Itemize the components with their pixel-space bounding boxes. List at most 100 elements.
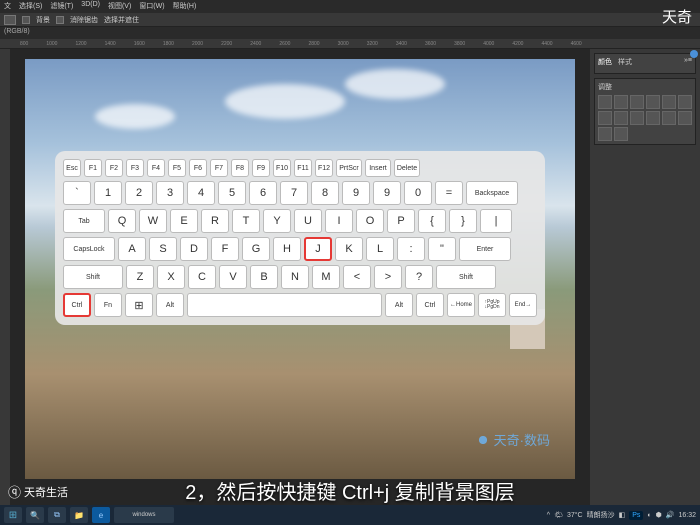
menu-item[interactable]: 选择(S) (19, 1, 42, 12)
adj-icon[interactable] (662, 111, 676, 125)
task-view-icon[interactable]: ⧉ (48, 507, 66, 523)
key-f3[interactable]: F3 (126, 159, 144, 177)
key-c[interactable]: C (188, 265, 216, 289)
key-ctrl-r[interactable]: Ctrl (416, 293, 444, 317)
key-z[interactable]: Z (126, 265, 154, 289)
key-lt[interactable]: < (343, 265, 371, 289)
key-8[interactable]: 8 (311, 181, 339, 205)
key-tilde[interactable]: ` (63, 181, 91, 205)
key-f6[interactable]: F6 (189, 159, 207, 177)
key-f12[interactable]: F12 (315, 159, 333, 177)
app-icon[interactable]: windows (114, 507, 174, 523)
adjustments-panel[interactable]: 调整 (594, 78, 696, 145)
menu-item[interactable]: 滤镜(T) (50, 1, 73, 12)
key-alt-r[interactable]: Alt (385, 293, 413, 317)
adj-icon[interactable] (614, 127, 628, 141)
key-delete[interactable]: Delete (394, 159, 420, 177)
adj-icon[interactable] (614, 111, 628, 125)
key-m[interactable]: M (312, 265, 340, 289)
color-panel[interactable]: 颜色样式»≡ (594, 53, 696, 74)
menu-item[interactable]: 3D(D) (81, 1, 100, 12)
key-f11[interactable]: F11 (294, 159, 312, 177)
adj-icon[interactable] (678, 95, 692, 109)
key-h[interactable]: H (273, 237, 301, 261)
key-capslock[interactable]: CapsLock (63, 237, 115, 261)
key-g[interactable]: G (242, 237, 270, 261)
adj-icon[interactable] (598, 111, 612, 125)
key-0[interactable]: 0 (404, 181, 432, 205)
key-shift-l[interactable]: Shift (63, 265, 123, 289)
key-f5[interactable]: F5 (168, 159, 186, 177)
key-home[interactable]: ←Home (447, 293, 475, 317)
key-f10[interactable]: F10 (273, 159, 291, 177)
key-e[interactable]: E (170, 209, 198, 233)
key-s[interactable]: S (149, 237, 177, 261)
menu-item[interactable]: 视图(V) (108, 1, 131, 12)
adj-icon[interactable] (646, 111, 660, 125)
key-x[interactable]: X (157, 265, 185, 289)
key-t[interactable]: T (232, 209, 260, 233)
ps-icon[interactable]: Ps (629, 511, 643, 520)
key-o[interactable]: O (356, 209, 384, 233)
key-backspace[interactable]: Backspace (466, 181, 518, 205)
key-a[interactable]: A (118, 237, 146, 261)
key-9[interactable]: 9 (342, 181, 370, 205)
adj-icon[interactable] (614, 95, 628, 109)
key-f9[interactable]: F9 (252, 159, 270, 177)
taskbar[interactable]: ⊞ 🔍 ⧉ 📁 e windows ^ 🌤 37°C 晴朗扬沙 ◧ Ps ◐ ⬢… (0, 505, 700, 525)
key-alt-l[interactable]: Alt (156, 293, 184, 317)
adj-icon[interactable] (662, 95, 676, 109)
checkbox[interactable] (22, 16, 30, 24)
key-slash[interactable]: ? (405, 265, 433, 289)
key-v[interactable]: V (219, 265, 247, 289)
search-icon[interactable]: 🔍 (26, 507, 44, 523)
tools-panel[interactable] (0, 49, 10, 515)
key-r[interactable]: R (201, 209, 229, 233)
key-tab[interactable]: Tab (63, 209, 105, 233)
key-k[interactable]: K (335, 237, 363, 261)
key-u[interactable]: U (294, 209, 322, 233)
adj-icon[interactable] (646, 95, 660, 109)
key-end[interactable]: End→ (509, 293, 537, 317)
key-b[interactable]: B (250, 265, 278, 289)
key-5[interactable]: 5 (218, 181, 246, 205)
key-d[interactable]: D (180, 237, 208, 261)
opt-button[interactable]: 选择并遮住 (104, 15, 139, 25)
edge-icon[interactable]: e (92, 507, 110, 523)
key-3[interactable]: 3 (156, 181, 184, 205)
key-esc[interactable]: Esc (63, 159, 81, 177)
key-insert[interactable]: Insert (365, 159, 391, 177)
key-1[interactable]: 1 (94, 181, 122, 205)
canvas[interactable]: Esc F1 F2 F3 F4 F5 F6 F7 F8 F9 F10 F11 F… (25, 59, 575, 479)
key-6[interactable]: 6 (249, 181, 277, 205)
key-2[interactable]: 2 (125, 181, 153, 205)
key-f2[interactable]: F2 (105, 159, 123, 177)
key-w[interactable]: W (139, 209, 167, 233)
key-p[interactable]: P (387, 209, 415, 233)
key-bracket-l[interactable]: { (418, 209, 446, 233)
key-enter[interactable]: Enter (459, 237, 511, 261)
adj-icon[interactable] (678, 111, 692, 125)
tray-icon[interactable]: ◧ (619, 511, 626, 519)
menu-item[interactable]: 窗口(W) (139, 1, 164, 12)
tray-icon[interactable]: ⬢ (656, 511, 662, 519)
weather-icon[interactable]: 🌤 (554, 511, 563, 519)
key-bracket-r[interactable]: } (449, 209, 477, 233)
key-q[interactable]: Q (108, 209, 136, 233)
key-backslash[interactable]: | (480, 209, 512, 233)
tool-icon[interactable] (4, 15, 16, 25)
checkbox[interactable] (56, 16, 64, 24)
key-pgup[interactable]: ↑PgUp↓PgDn (478, 293, 506, 317)
key-4[interactable]: 4 (187, 181, 215, 205)
key-f8[interactable]: F8 (231, 159, 249, 177)
explorer-icon[interactable]: 📁 (70, 507, 88, 523)
key-i[interactable]: I (325, 209, 353, 233)
key-l[interactable]: L (366, 237, 394, 261)
key-f7[interactable]: F7 (210, 159, 228, 177)
key-ctrl-l[interactable]: Ctrl (63, 293, 91, 317)
key-shift-r[interactable]: Shift (436, 265, 496, 289)
key-space[interactable] (187, 293, 382, 317)
key-win[interactable]: ⊞ (125, 293, 153, 317)
key-quote[interactable]: " (428, 237, 456, 261)
adj-icon[interactable] (630, 95, 644, 109)
